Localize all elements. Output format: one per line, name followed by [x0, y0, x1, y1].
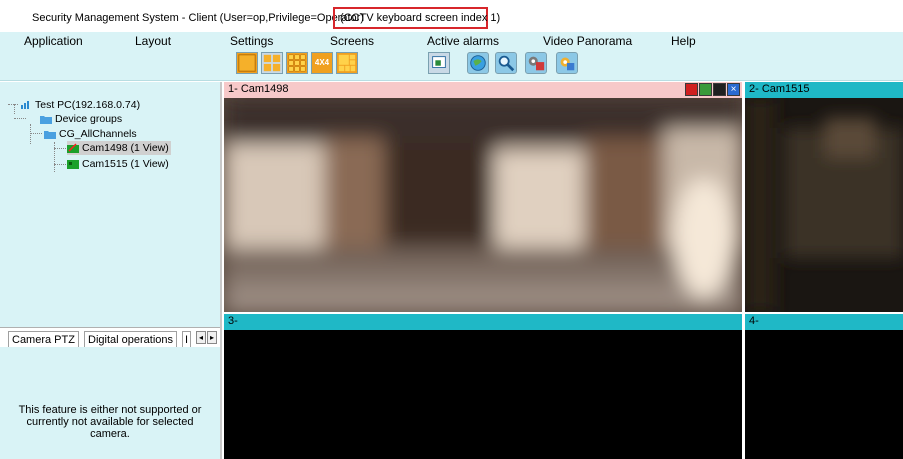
settings-tools-button[interactable] — [556, 52, 578, 74]
tree-line — [8, 104, 18, 105]
tree-line — [54, 142, 55, 172]
search-icon — [498, 55, 515, 72]
tree-line — [30, 133, 42, 134]
toolbar: 4X4 — [0, 50, 903, 81]
tree-node-device-groups[interactable]: Device groups — [40, 112, 122, 126]
snapshot-icon[interactable] — [713, 83, 726, 96]
tree-node-label: CG_AllChannels — [59, 128, 137, 140]
view-1-video[interactable] — [224, 98, 742, 312]
view-2-label: 2- Cam1515 — [749, 83, 810, 95]
layout-custom-icon — [338, 54, 356, 72]
tab-truncated[interactable]: I — [182, 331, 192, 348]
control-tabs: Camera PTZ Digital operations I ◂ ▸ — [0, 327, 220, 348]
view-1-label: 1- Cam1498 — [228, 83, 289, 95]
tree-line — [30, 124, 31, 144]
tree-node-label: Device groups — [55, 113, 123, 125]
view-4-header[interactable]: 4- — [745, 314, 903, 330]
tab-digital-operations[interactable]: Digital operations — [84, 331, 177, 348]
cctv-keyboard-index-highlight: (CCTV keyboard screen index 1) — [333, 7, 500, 29]
playback-button[interactable] — [525, 52, 547, 74]
tree-node-label: Cam1498 (1 View) — [82, 142, 169, 154]
layout-custom-button[interactable] — [336, 52, 358, 74]
tree-line — [54, 164, 66, 165]
globe-icon — [470, 55, 486, 71]
folder-icon — [44, 129, 56, 139]
tree-node-camera-1515[interactable]: Cam1515 (1 View) — [67, 157, 169, 171]
view-2-header[interactable]: 2- Cam1515 — [745, 82, 903, 98]
folder-icon — [40, 114, 52, 124]
menu-settings[interactable]: Settings — [230, 34, 273, 48]
menu-screens[interactable]: Screens — [330, 34, 374, 48]
left-panel: Test PC(192.168.0.74) Device groups CG_A… — [0, 82, 222, 459]
title-bar: Security Management System - Client (Use… — [0, 0, 903, 32]
tree-line — [54, 148, 66, 149]
tree-node-root[interactable]: Test PC(192.168.0.74) — [20, 98, 140, 112]
tree-node-label: Test PC(192.168.0.74) — [35, 99, 141, 111]
tree-node-camera-1498[interactable]: Cam1498 (1 View) — [67, 141, 171, 155]
menu-help[interactable]: Help — [671, 34, 696, 48]
film-reel-icon — [528, 56, 545, 71]
network-pc-icon — [20, 100, 32, 110]
menu-video-panorama[interactable]: Video Panorama — [543, 34, 632, 48]
tree-node-label: Cam1515 (1 View) — [82, 158, 169, 170]
view-3-video[interactable] — [224, 330, 742, 459]
tree-line — [14, 104, 15, 114]
layout-nine-icon — [288, 54, 306, 72]
menu-application[interactable]: Application — [24, 34, 83, 48]
tab-camera-ptz[interactable]: Camera PTZ — [8, 331, 79, 348]
view-4-label: 4- — [749, 315, 759, 327]
tab-scroll-left-icon[interactable]: ◂ — [196, 331, 206, 344]
search-button[interactable] — [495, 52, 517, 74]
window-title: Security Management System - Client (Use… — [32, 12, 364, 24]
view-1-controls: × — [685, 83, 740, 96]
layout-3x3-button[interactable] — [286, 52, 308, 74]
close-icon[interactable]: × — [727, 83, 740, 96]
view-2-video[interactable] — [745, 98, 903, 312]
view-3-label: 3- — [228, 315, 238, 327]
view-1-header[interactable]: 1- Cam1498 × — [224, 82, 742, 98]
view-3-header[interactable]: 3- — [224, 314, 742, 330]
camera-active-icon — [67, 143, 79, 153]
camera-feed-image — [224, 98, 742, 312]
ptz-icon[interactable] — [699, 83, 712, 96]
camera-icon — [67, 159, 79, 169]
screen-view-button[interactable] — [428, 52, 450, 74]
layout-1x1-button[interactable] — [236, 52, 258, 74]
record-icon[interactable] — [685, 83, 698, 96]
ptz-unavailable-message: This feature is either not supported or … — [18, 404, 202, 440]
tools-icon — [560, 57, 575, 71]
tab-scroll-right-icon[interactable]: ▸ — [207, 331, 217, 344]
camera-feed-image — [745, 98, 903, 312]
monitor-icon — [432, 56, 446, 68]
menu-active-alarms[interactable]: Active alarms — [427, 34, 499, 48]
menu-bar: Application Layout Settings Screens Acti… — [0, 32, 903, 50]
ptz-panel: This feature is either not supported or … — [0, 347, 220, 459]
view-4-video[interactable] — [745, 330, 903, 459]
layout-2x2-button[interactable] — [261, 52, 283, 74]
layout-single-icon — [238, 54, 256, 72]
layout-quad-icon — [263, 54, 281, 72]
menu-layout[interactable]: Layout — [135, 34, 171, 48]
device-tree: Test PC(192.168.0.74) Device groups CG_A… — [0, 82, 220, 327]
layout-4x4-button[interactable]: 4X4 — [311, 52, 333, 74]
map-button[interactable] — [467, 52, 489, 74]
tree-line — [14, 118, 26, 119]
tree-node-group[interactable]: CG_AllChannels — [44, 127, 137, 141]
